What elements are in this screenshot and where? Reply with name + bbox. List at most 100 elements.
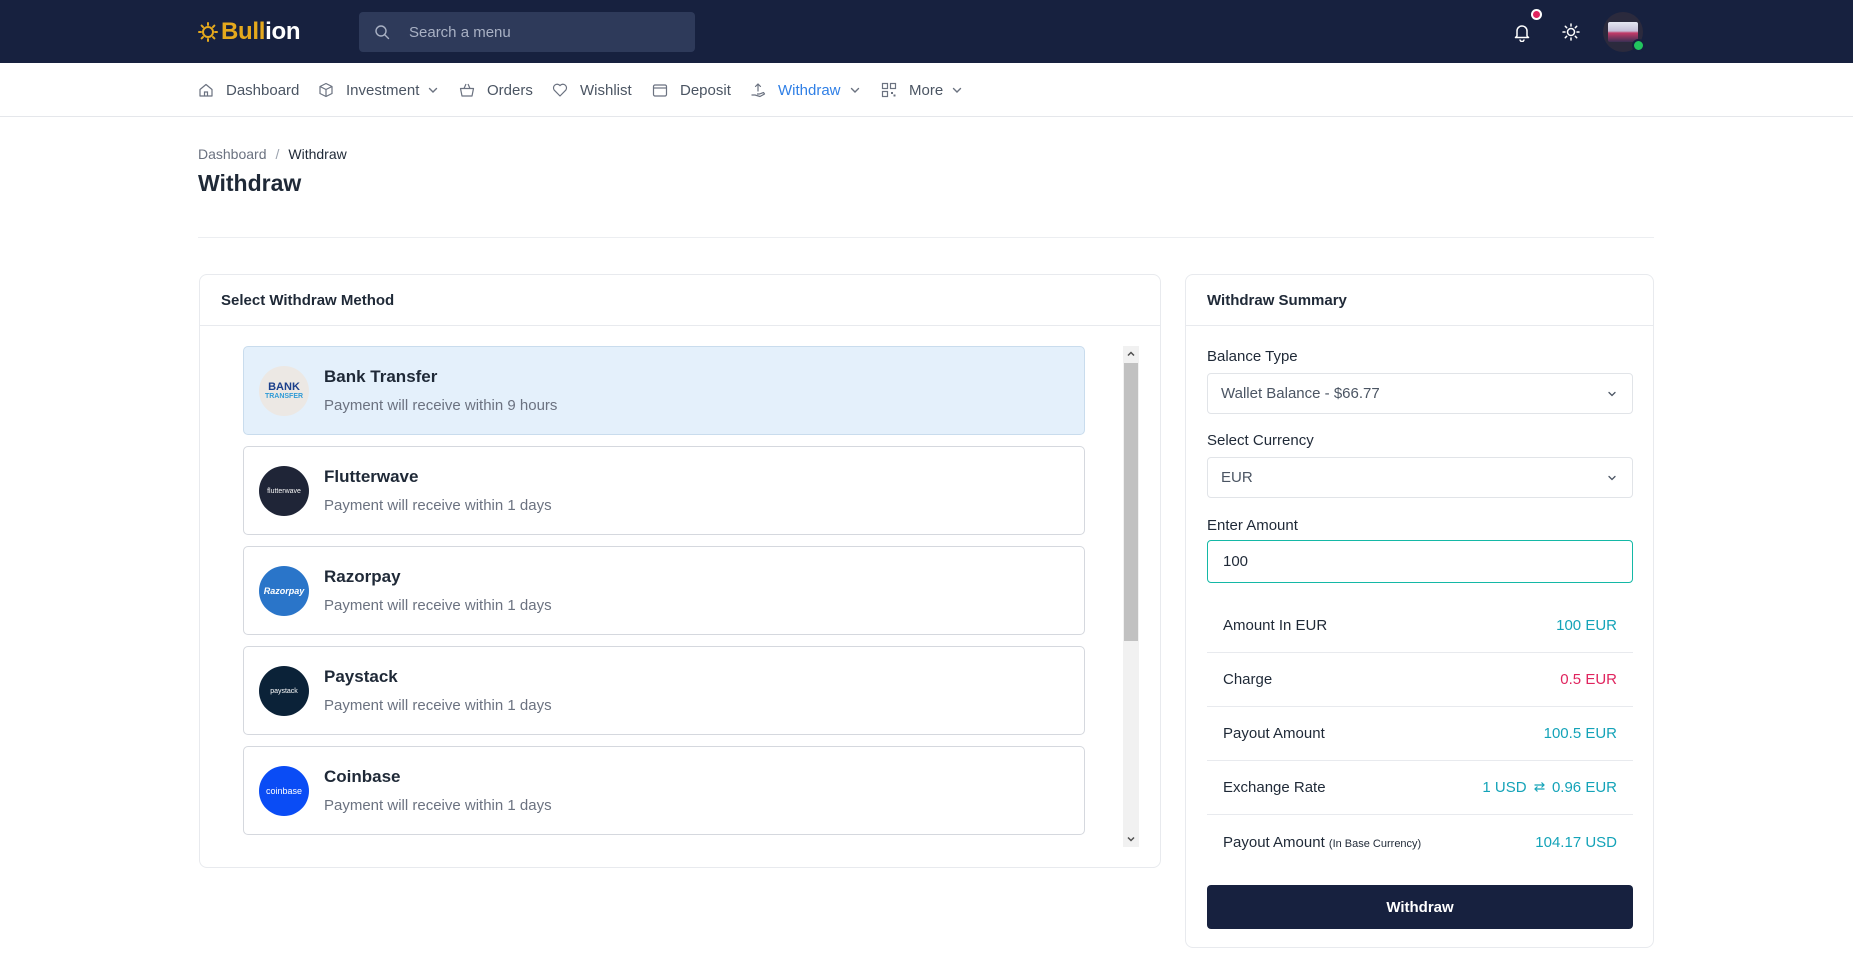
withdraw-method-card: Select Withdraw Method BANK TRANSFER Ban… bbox=[199, 274, 1161, 868]
exchange-rate-from: 1 USD bbox=[1482, 779, 1527, 796]
nav-item-dashboard[interactable]: Dashboard bbox=[198, 63, 299, 117]
withdraw-summary-title: Withdraw Summary bbox=[1186, 275, 1653, 326]
method-description: Payment will receive within 1 days bbox=[324, 697, 552, 714]
chevron-down-icon bbox=[1608, 475, 1616, 481]
chevron-down-icon bbox=[1608, 391, 1616, 397]
nav-item-investment[interactable]: Investment bbox=[318, 63, 439, 117]
breadcrumb-dashboard-link[interactable]: Dashboard bbox=[198, 146, 267, 162]
method-flutterwave[interactable]: flutterwave Flutterwave Payment will rec… bbox=[243, 446, 1085, 535]
paystack-logo: paystack bbox=[259, 666, 309, 716]
balance-type-label: Balance Type bbox=[1207, 348, 1298, 365]
payout-base-label: Payout Amount (In Base Currency) bbox=[1223, 834, 1421, 851]
theme-sun-icon[interactable] bbox=[1561, 22, 1581, 42]
method-name: Coinbase bbox=[324, 767, 401, 786]
wallet-icon bbox=[652, 84, 668, 97]
bell-icon[interactable] bbox=[1512, 22, 1532, 42]
avatar-image bbox=[1608, 22, 1638, 42]
method-name: Paystack bbox=[324, 667, 398, 686]
nav-label-withdraw: Withdraw bbox=[778, 81, 841, 99]
method-coinbase[interactable]: coinbase Coinbase Payment will receive w… bbox=[243, 746, 1085, 835]
paystack-logo-text: paystack bbox=[270, 687, 298, 695]
search-box[interactable] bbox=[359, 12, 695, 52]
bank-logo-text: BANK bbox=[268, 381, 300, 393]
nav-label-dashboard: Dashboard bbox=[226, 81, 300, 99]
method-description: Payment will receive within 1 days bbox=[324, 797, 552, 814]
summary-row-payout-base: Payout Amount (In Base Currency) 104.17 … bbox=[1207, 815, 1633, 869]
currency-label: Select Currency bbox=[1207, 432, 1314, 449]
method-name: Flutterwave bbox=[324, 467, 419, 486]
nav-item-more[interactable]: More bbox=[881, 63, 963, 117]
brand-name-part2: ion bbox=[265, 18, 301, 45]
razorpay-logo: Razorpay bbox=[259, 566, 309, 616]
withdraw-hand-icon bbox=[751, 83, 766, 98]
nav-label-orders: Orders bbox=[487, 81, 533, 99]
razorpay-logo-text: Razorpay bbox=[263, 586, 305, 596]
charge-label: Charge bbox=[1223, 671, 1273, 688]
sun-logo-icon bbox=[198, 22, 218, 42]
nav-label-investment: Investment bbox=[346, 81, 420, 99]
nav-item-withdraw[interactable]: Withdraw bbox=[750, 63, 861, 117]
withdraw-method-card-title: Select Withdraw Method bbox=[200, 275, 1160, 326]
breadcrumb-separator: / bbox=[275, 146, 280, 162]
method-paystack[interactable]: paystack Paystack Payment will receive w… bbox=[243, 646, 1085, 735]
bank-logo-subtext: TRANSFER bbox=[264, 393, 304, 400]
page-title: Withdraw bbox=[198, 170, 302, 196]
main-nav: Dashboard Investment Orders Wishlist Dep… bbox=[0, 63, 1853, 117]
withdraw-button[interactable]: Withdraw bbox=[1207, 885, 1633, 929]
payout-base-label-note: (In Base Currency) bbox=[1328, 837, 1422, 850]
method-list: BANK TRANSFER Bank Transfer Payment will… bbox=[243, 346, 1085, 846]
method-razorpay[interactable]: Razorpay Razorpay Payment will receive w… bbox=[243, 546, 1085, 635]
summary-row-payout: Payout Amount 100.5 EUR bbox=[1207, 707, 1633, 761]
amount-label: Enter Amount bbox=[1207, 517, 1298, 534]
charge-value: 0.5 EUR bbox=[1560, 671, 1617, 688]
cube-icon bbox=[319, 82, 333, 98]
method-bank-transfer[interactable]: BANK TRANSFER Bank Transfer Payment will… bbox=[243, 346, 1085, 435]
coinbase-logo: coinbase bbox=[259, 766, 309, 816]
currency-select[interactable]: EUR bbox=[1207, 457, 1633, 498]
basket-icon bbox=[459, 83, 475, 97]
search-icon bbox=[375, 25, 390, 40]
exchange-rate-label: Exchange Rate bbox=[1223, 779, 1326, 796]
exchange-icon bbox=[1533, 782, 1545, 792]
nav-item-deposit[interactable]: Deposit bbox=[652, 63, 731, 117]
summary-row-charge: Charge 0.5 EUR bbox=[1207, 653, 1633, 707]
home-icon bbox=[199, 83, 213, 97]
amount-in-label: Amount In EUR bbox=[1223, 617, 1328, 634]
method-description: Payment will receive within 1 days bbox=[324, 597, 552, 614]
method-list-scrollbar[interactable] bbox=[1123, 346, 1139, 847]
heart-icon bbox=[552, 83, 568, 97]
nav-label-wishlist: Wishlist bbox=[580, 81, 632, 99]
method-name: Bank Transfer bbox=[324, 367, 438, 386]
amount-input[interactable] bbox=[1207, 540, 1633, 583]
method-description: Payment will receive within 9 hours bbox=[324, 397, 558, 414]
amount-in-value: 100 EUR bbox=[1556, 617, 1617, 634]
payout-label: Payout Amount bbox=[1223, 725, 1325, 742]
nav-label-more: More bbox=[909, 81, 944, 99]
payout-base-value: 104.17 USD bbox=[1535, 833, 1617, 851]
exchange-rate-value: 1 USD 0.96 EUR bbox=[1482, 779, 1617, 796]
withdraw-summary-card: Withdraw Summary Balance Type Wallet Bal… bbox=[1185, 274, 1654, 948]
scroll-down-arrow-icon[interactable] bbox=[1123, 831, 1139, 847]
currency-value: EUR bbox=[1221, 469, 1253, 486]
divider bbox=[198, 237, 1654, 238]
balance-type-value: Wallet Balance - $66.77 bbox=[1221, 385, 1380, 402]
exchange-rate-to: 0.96 EUR bbox=[1551, 779, 1617, 796]
search-input[interactable] bbox=[409, 23, 669, 41]
payout-base-label-text: Payout Amount bbox=[1223, 833, 1325, 851]
chevron-down-icon bbox=[850, 87, 859, 93]
payout-value: 100.5 EUR bbox=[1543, 725, 1617, 742]
method-name: Razorpay bbox=[324, 567, 401, 586]
chevron-down-icon bbox=[952, 87, 962, 93]
nav-label-deposit: Deposit bbox=[680, 81, 731, 99]
scrollbar-thumb[interactable] bbox=[1124, 363, 1138, 641]
scroll-up-arrow-icon[interactable] bbox=[1123, 346, 1139, 362]
brand-logo[interactable]: Bull ion bbox=[198, 18, 301, 46]
breadcrumb: Dashboard / Withdraw bbox=[198, 146, 347, 162]
bank-transfer-logo: BANK TRANSFER bbox=[259, 366, 309, 416]
balance-type-select[interactable]: Wallet Balance - $66.77 bbox=[1207, 373, 1633, 414]
nav-item-orders[interactable]: Orders bbox=[459, 63, 533, 117]
nav-item-wishlist[interactable]: Wishlist bbox=[552, 63, 632, 117]
method-description: Payment will receive within 1 days bbox=[324, 497, 552, 514]
flutterwave-logo: flutterwave bbox=[259, 466, 309, 516]
notification-dot bbox=[1531, 9, 1542, 20]
